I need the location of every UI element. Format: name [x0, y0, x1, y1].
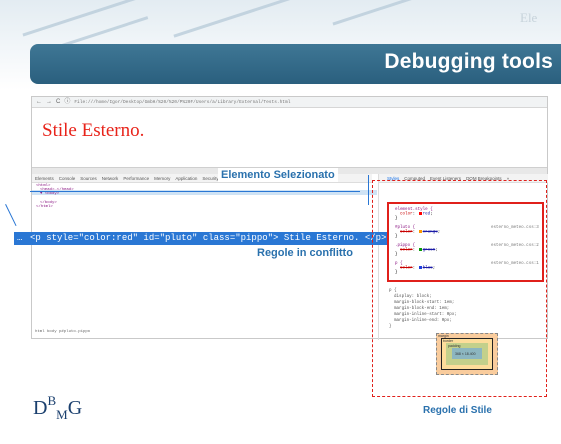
css-rule[interactable]: .pippo { esterno_meteo.css:2 color: gree… — [395, 244, 539, 257]
css-rule[interactable]: p { esterno_meteo.css:1 color: blue;} — [395, 262, 539, 275]
color-swatch[interactable] — [418, 212, 422, 215]
devtools-tab[interactable]: Console — [59, 176, 76, 181]
devtools-tab[interactable]: Security — [202, 176, 218, 181]
css-rule[interactable]: #pluto { esterno_meteo.css:3 color: oran… — [395, 226, 539, 239]
devtools-tab[interactable]: Sources — [80, 176, 97, 181]
devtools-tab[interactable]: Memory — [154, 176, 170, 181]
rule-selector: #pluto { — [395, 226, 416, 230]
reload-icon[interactable]: C — [56, 99, 60, 105]
decorative-streak — [332, 0, 448, 26]
address-bar: ← → C ⓘ File:///home/Igor/Desktop/GmbH/%… — [32, 97, 547, 108]
user-agent-rule: p { display: block; margin-block-start: … — [389, 289, 457, 329]
rule-value: red — [422, 212, 431, 217]
callout-line — [368, 175, 369, 205]
logo-letter: D — [33, 397, 48, 419]
rule-value: orange — [422, 230, 438, 235]
rule-property: color — [400, 266, 413, 271]
box-model-border-label: border — [443, 339, 454, 343]
dom-line[interactable]: </html> — [36, 205, 53, 209]
decorative-streak — [22, 0, 138, 37]
box-model-padding-label: padding — [448, 344, 461, 348]
decorative-streak — [173, 0, 327, 38]
devtools-tab[interactable]: Network — [102, 176, 119, 181]
rule-source-link[interactable]: esterno_meteo.css:2 — [491, 244, 539, 248]
rule-source-link[interactable]: esterno_meteo.css:3 — [491, 226, 539, 230]
selected-element-code: <p style="color:red" id="pluto" class="p… — [30, 233, 419, 243]
forward-icon[interactable]: → — [46, 99, 52, 105]
rule-value: blue — [422, 266, 433, 271]
color-swatch[interactable] — [418, 266, 422, 269]
page-text: Stile Esterno. — [42, 120, 145, 141]
callout-line — [5, 204, 17, 227]
devtools-tab[interactable]: Elements — [35, 176, 54, 181]
logo-letter: G — [67, 397, 83, 419]
rule-property: color — [400, 248, 413, 253]
url-text[interactable]: File:///home/Igor/Desktop/GmbH/%20/%20/P… — [74, 100, 290, 105]
devtools-tab[interactable]: Performance — [123, 176, 149, 181]
breadcrumb[interactable]: html body p#pluto.pippo — [32, 330, 377, 334]
background-word: Ele — [520, 10, 538, 25]
callout-line — [30, 191, 360, 192]
devtools-tab[interactable]: Application — [175, 176, 197, 181]
rule-selector: .pippo { — [395, 244, 416, 248]
selected-element-arrow: … — [17, 233, 23, 243]
decorative-streak — [61, 16, 149, 47]
label-regole-in-conflitto: Regole in conflitto — [257, 247, 353, 259]
title-bar: Debugging tools — [30, 44, 561, 84]
rule-selector: p { — [395, 262, 403, 266]
box-model-content-label: 368 × 18.400 — [455, 352, 476, 356]
slide-title: Debugging tools — [384, 50, 553, 73]
label-regole-di-stile: Regole di Stile — [423, 405, 492, 416]
info-icon: ⓘ — [64, 99, 71, 105]
logo-letter: B — [47, 393, 57, 408]
logo-letter: M — [56, 407, 68, 422]
css-rule[interactable]: element.style { color: red;} — [395, 208, 433, 221]
box-model-margin-label: margin — [438, 334, 449, 338]
rule-value: green — [422, 248, 436, 253]
label-elemento-selezionato: Elemento Selezionato — [218, 168, 338, 182]
rule-selector: element.style { — [395, 208, 433, 212]
back-icon[interactable]: ← — [36, 99, 42, 105]
rule-source-link[interactable]: esterno_meteo.css:1 — [491, 262, 539, 266]
rule-property: color — [400, 212, 413, 217]
color-swatch[interactable] — [418, 248, 422, 251]
dom-line[interactable]: ▼ <body> — [40, 192, 59, 196]
color-swatch[interactable] — [418, 230, 422, 233]
conflicting-rules-box: element.style { color: red;} #pluto { es… — [387, 202, 544, 282]
rule-property: color — [400, 230, 413, 235]
dbmg-logo: DBMG — [33, 394, 83, 421]
